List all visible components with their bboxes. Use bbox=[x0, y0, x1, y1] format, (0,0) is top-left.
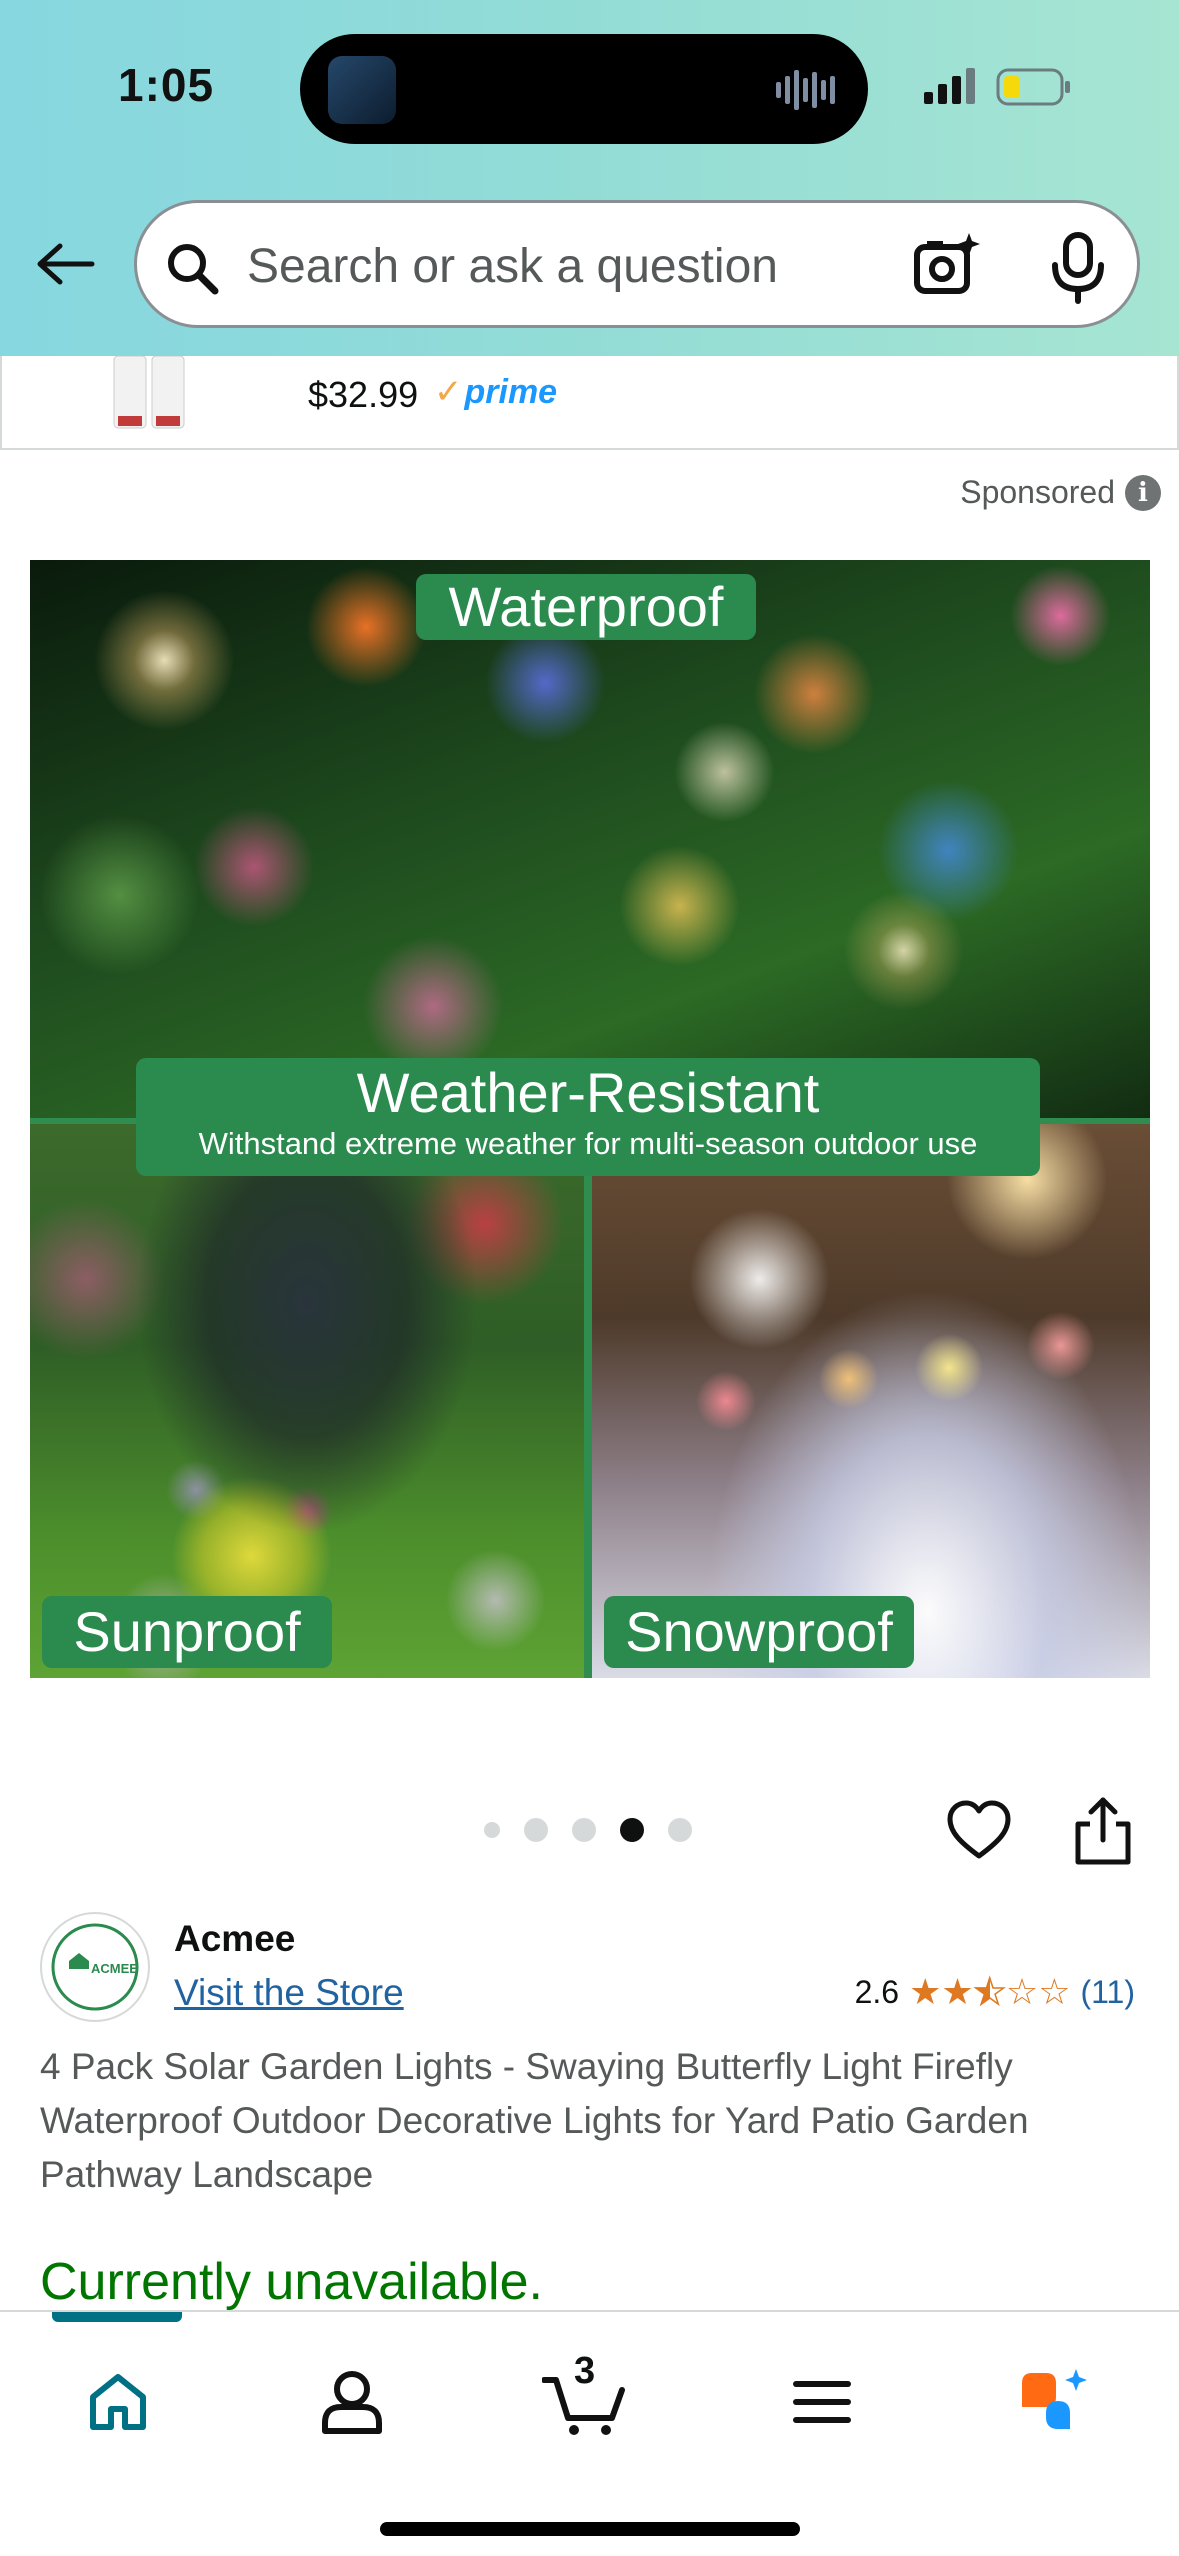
product-title: 4 Pack Solar Garden Lights - Swaying But… bbox=[40, 2046, 1029, 2195]
nav-account[interactable] bbox=[302, 2352, 402, 2452]
brand-logo[interactable]: ACMEE bbox=[40, 1912, 150, 2022]
search-input[interactable] bbox=[247, 233, 927, 299]
nav-menu[interactable] bbox=[772, 2352, 872, 2452]
weather-resistant-label: Weather-Resistant Withstand extreme weat… bbox=[136, 1058, 1040, 1176]
star-full-icon: ★ bbox=[909, 1971, 942, 2013]
audio-waveform-icon bbox=[776, 70, 835, 110]
star-full-icon: ★ bbox=[941, 1971, 974, 2013]
waterproof-label: Waterproof bbox=[416, 574, 756, 640]
microphone-icon[interactable] bbox=[1043, 231, 1113, 305]
snowy-yard-photo bbox=[592, 1124, 1150, 1678]
sponsored-label: Sponsored bbox=[960, 474, 1115, 510]
cellular-signal-icon bbox=[924, 68, 975, 104]
menu-icon bbox=[793, 2381, 851, 2423]
nav-cart[interactable]: 3 bbox=[536, 2350, 636, 2452]
rating-value: 2.6 bbox=[854, 1974, 900, 2010]
previous-product-price: $32.99 bbox=[308, 374, 419, 415]
weather-resistant-subtitle: Withstand extreme weather for multi-seas… bbox=[198, 1126, 978, 1161]
carousel-dot[interactable] bbox=[524, 1818, 548, 1842]
search-icon bbox=[168, 244, 219, 295]
info-icon: i bbox=[1125, 474, 1161, 511]
prime-label: prime bbox=[464, 372, 558, 411]
bottom-nav-bar: 3 bbox=[0, 2310, 1179, 2556]
brand-name: Acmee bbox=[174, 1918, 296, 1959]
previous-product-strip[interactable]: $32.99 ✓ prime bbox=[0, 356, 1179, 450]
carousel-dot-active[interactable] bbox=[620, 1818, 644, 1842]
garden-pond-photo bbox=[30, 1124, 584, 1678]
dynamic-island bbox=[300, 34, 868, 144]
status-time: 1:05 bbox=[118, 59, 215, 111]
home-icon bbox=[90, 2374, 146, 2430]
star-empty-icon: ☆ bbox=[1005, 1971, 1039, 2013]
sunproof-label: Sunproof bbox=[42, 1596, 332, 1668]
back-button[interactable] bbox=[30, 228, 102, 300]
star-empty-icon: ☆ bbox=[1038, 1971, 1071, 2013]
previous-product-thumbnail bbox=[113, 356, 185, 429]
active-tab-indicator bbox=[52, 2312, 182, 2322]
now-playing-thumbnail bbox=[328, 56, 396, 124]
rufus-icon bbox=[1022, 2369, 1087, 2429]
visit-store-link[interactable]: Visit the Store bbox=[174, 1972, 404, 2014]
sponsored-info[interactable]: Sponsored i bbox=[960, 474, 1161, 511]
share-icon[interactable] bbox=[1072, 1796, 1134, 1866]
weather-resistant-title: Weather-Resistant bbox=[356, 1061, 820, 1124]
carousel-dot[interactable] bbox=[484, 1822, 500, 1838]
carousel-dot[interactable] bbox=[572, 1818, 596, 1842]
search-bar[interactable] bbox=[134, 200, 1140, 328]
snowproof-label: Snowproof bbox=[604, 1596, 914, 1668]
app-header: 1:05 bbox=[0, 0, 1179, 356]
battery-icon bbox=[996, 68, 1070, 106]
availability-status: Currently unavailable. bbox=[40, 2253, 543, 2311]
carousel-dot[interactable] bbox=[668, 1818, 692, 1842]
brand-logo-text: ACMEE bbox=[91, 1961, 138, 1976]
prime-badge: ✓ prime bbox=[434, 372, 557, 412]
brand-logo-mark: ACMEE bbox=[51, 1923, 139, 2011]
nav-home[interactable] bbox=[68, 2352, 168, 2452]
home-indicator bbox=[380, 2522, 800, 2536]
wishlist-heart-icon[interactable] bbox=[946, 1798, 1012, 1864]
star-half-icon: ★ bbox=[973, 1971, 1007, 2013]
back-arrow-icon bbox=[37, 243, 95, 285]
account-icon bbox=[322, 2371, 382, 2434]
butterfly-lights-photo bbox=[30, 560, 1150, 1118]
rating-count-link[interactable]: (11) bbox=[1080, 1974, 1135, 2011]
carousel-dots bbox=[484, 1818, 692, 1842]
product-image[interactable]: Waterproof Weather-Resistant Withstand e… bbox=[30, 560, 1150, 1678]
nav-rufus[interactable] bbox=[1006, 2352, 1106, 2452]
prime-check-icon: ✓ bbox=[434, 373, 463, 411]
camera-sparkle-icon[interactable] bbox=[911, 231, 983, 303]
rating-summary[interactable]: 2.6 ★ ★ ★ ☆ ☆ (11) bbox=[854, 1971, 1135, 2013]
star-rating: ★ ★ ★ ☆ ☆ bbox=[909, 1971, 1071, 2013]
cart-count-badge: 3 bbox=[574, 2350, 596, 2392]
